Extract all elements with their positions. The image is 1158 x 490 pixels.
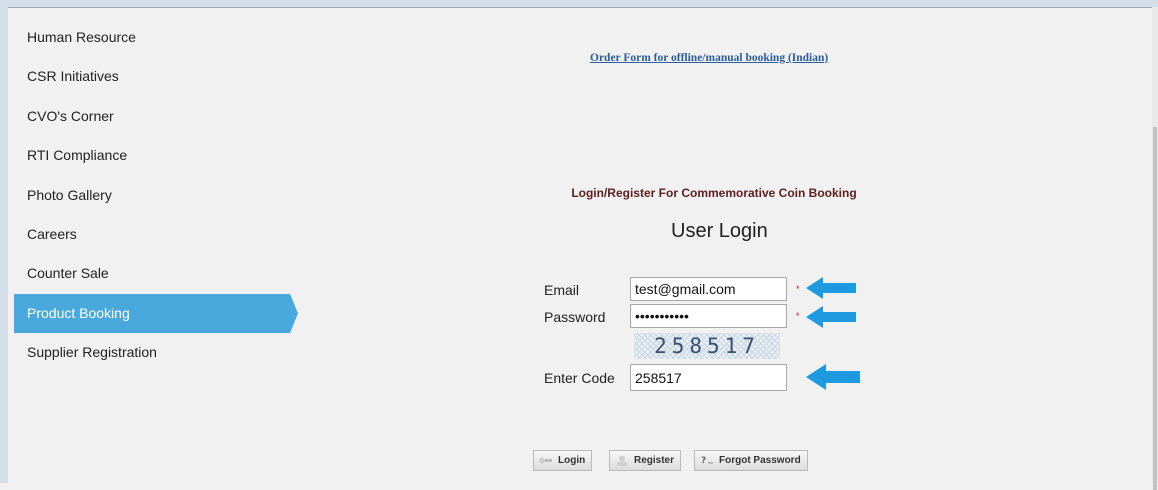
left-arrow-icon bbox=[806, 306, 856, 328]
email-required-mark: * bbox=[796, 284, 800, 294]
sidebar-item-human-resource[interactable]: Human Resource bbox=[14, 18, 298, 57]
coin-booking-heading-text: Login/Register For Commemorative Coin Bo… bbox=[571, 186, 857, 200]
code-label: Enter Code bbox=[544, 370, 615, 386]
forgot-password-button[interactable]: ? Forgot Password bbox=[694, 450, 808, 471]
sidebar-item-supplier-registration[interactable]: Supplier Registration bbox=[14, 333, 298, 372]
key-icon bbox=[539, 457, 552, 464]
scrollbar[interactable] bbox=[1152, 7, 1158, 490]
password-required-mark: * bbox=[796, 311, 800, 321]
sidebar-item-careers[interactable]: Careers bbox=[14, 215, 298, 254]
left-arrow-icon bbox=[806, 277, 856, 299]
sidebar-item-cvos-corner[interactable]: CVO's Corner bbox=[14, 97, 298, 136]
login-button[interactable]: Login bbox=[533, 450, 593, 471]
register-button[interactable]: Register bbox=[609, 450, 682, 471]
sidebar-item-rti-compliance[interactable]: RTI Compliance bbox=[14, 136, 298, 175]
password-field[interactable] bbox=[630, 304, 787, 328]
scrollbar-thumb[interactable] bbox=[1153, 127, 1157, 490]
sidebar-item-counter-sale[interactable]: Counter Sale bbox=[14, 254, 298, 293]
password-label: Password bbox=[544, 309, 606, 325]
forgot-password-button-label: Forgot Password bbox=[719, 455, 801, 466]
login-button-label: Login bbox=[558, 455, 586, 466]
left-border bbox=[0, 7, 8, 483]
user-icon bbox=[617, 455, 627, 466]
top-border bbox=[0, 0, 1158, 8]
page-title: User Login bbox=[671, 220, 768, 242]
coin-booking-heading: Login/Register For Commemorative Coin Bo… bbox=[0, 184, 1158, 202]
captcha-image: 258517 bbox=[634, 333, 780, 359]
order-form-link[interactable]: Order Form for offline/manual booking (I… bbox=[590, 52, 828, 64]
email-field[interactable] bbox=[630, 277, 787, 301]
sidebar-item-csr-initiatives[interactable]: CSR Initiatives bbox=[14, 57, 298, 96]
svg-text:?: ? bbox=[701, 456, 706, 466]
register-button-label: Register bbox=[634, 455, 675, 466]
left-arrow-icon bbox=[806, 364, 860, 390]
email-label: Email bbox=[544, 282, 580, 298]
question-icon: ? bbox=[701, 456, 713, 466]
sidebar-item-product-booking[interactable]: Product Booking bbox=[14, 293, 298, 334]
code-field[interactable] bbox=[630, 364, 787, 391]
